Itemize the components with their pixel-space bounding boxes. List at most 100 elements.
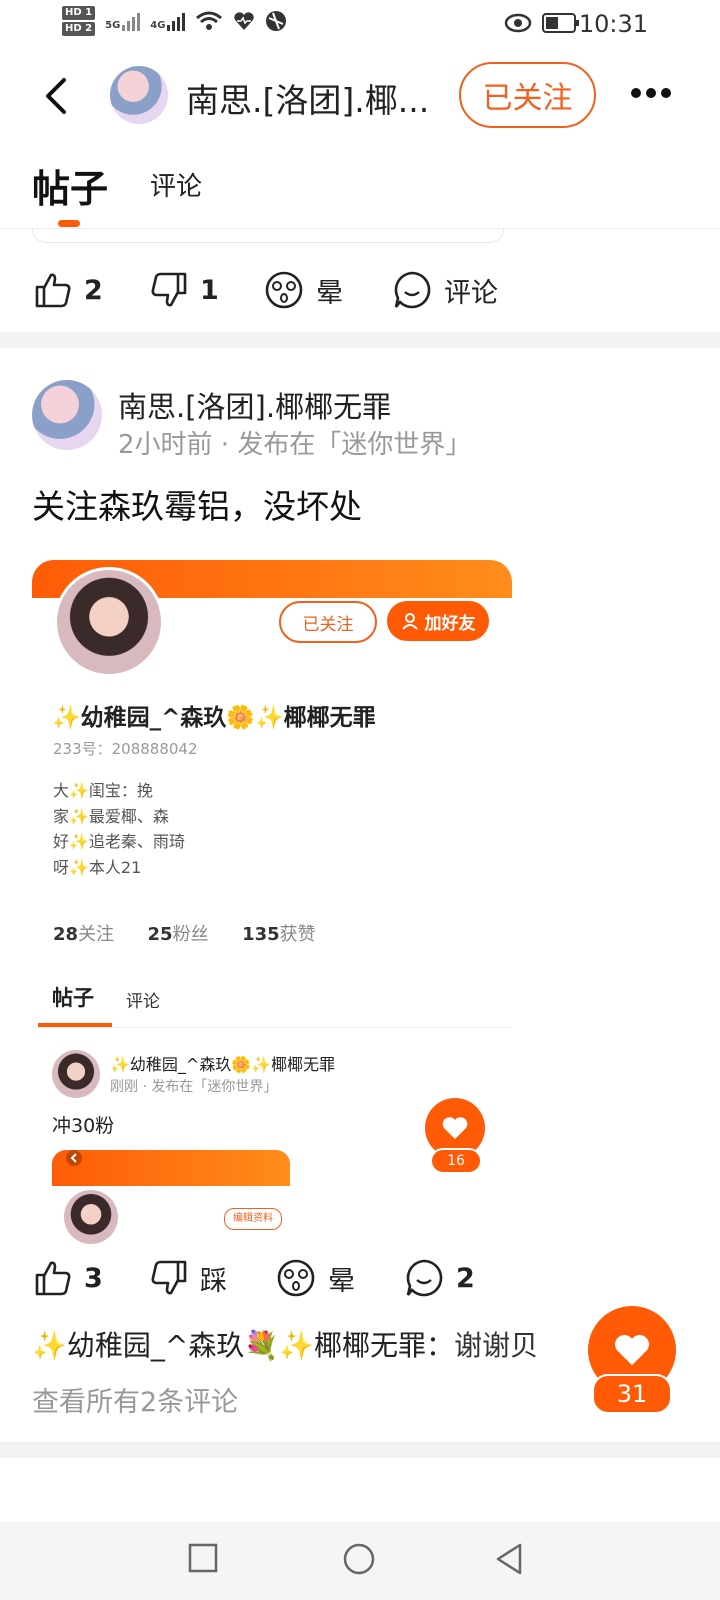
thumb-down-icon (151, 272, 187, 307)
prev-card-edge (32, 228, 504, 243)
card-username: ✨幼稚园_^森玖🌼✨椰椰无罪 (52, 705, 376, 731)
health-heart-icon (234, 12, 255, 31)
card-avatar-frame (54, 567, 164, 677)
card-stats: 28关注 25粉丝 135获赞 (53, 920, 316, 946)
prev-comment-button[interactable]: 评论 (392, 270, 498, 310)
heart-icon (442, 1117, 468, 1139)
status-left-icons: HD 1 HD 2 5G 4G (62, 6, 287, 36)
net2-label: 4G (150, 20, 166, 31)
net1-label: 5G (105, 20, 121, 31)
browser-globe-icon (266, 11, 287, 31)
card-tab-comments: 评论 (126, 992, 160, 1012)
inner-like-count: 16 (430, 1148, 482, 1174)
inner-back-icon (66, 1150, 82, 1166)
bio-line: 家✨最爱椰、森 (53, 806, 169, 826)
recents-square-icon[interactable] (188, 1542, 218, 1574)
comment-text: 谢谢贝 (454, 1329, 539, 1362)
home-circle-icon[interactable] (342, 1542, 376, 1576)
comment-bubble-icon (406, 1259, 443, 1297)
inner-post-author: ✨幼稚园_^森玖🌼✨椰椰无罪 (110, 1055, 336, 1074)
comment-bubble-icon (394, 271, 431, 309)
prev-dizzy-button[interactable]: 晕 (264, 270, 343, 310)
tab-comments[interactable]: 评论 (150, 166, 202, 203)
comment-button[interactable]: 2 (404, 1258, 475, 1298)
card-tab-divider (32, 1027, 512, 1028)
like-count: 3 (84, 1262, 103, 1294)
dizzy-button[interactable]: 晕 (276, 1258, 355, 1298)
clock: 10:31 (578, 10, 648, 38)
post-author-name[interactable]: 南思.[洛团].椰椰无罪 (118, 384, 391, 426)
hd1-label: HD 1 (62, 6, 96, 20)
more-options-icon[interactable] (630, 86, 672, 100)
dizzy-face-icon (265, 271, 303, 309)
card-add-friend-button: 加好友 (387, 601, 489, 641)
inner-post-image: 编辑资料 (52, 1150, 290, 1250)
section-divider (0, 332, 720, 348)
status-bar: HD 1 HD 2 5G 4G 10:31 (0, 0, 720, 48)
likes-label: 获赞 (279, 924, 316, 945)
inner-edit-profile: 编辑资料 (224, 1208, 282, 1230)
dislike-button[interactable]: 踩 (150, 1259, 227, 1298)
thumb-up-icon (35, 273, 71, 308)
card-id: 233号：208888042 (53, 740, 198, 758)
prev-like-count: 2 (84, 274, 103, 306)
tab-active-indicator (58, 220, 80, 227)
following-label: 关注 (78, 924, 115, 945)
like-button[interactable]: 3 (34, 1259, 103, 1297)
post-actions: 3 踩 晕 2 (0, 1256, 720, 1300)
inner-image-avatar (64, 1190, 118, 1244)
comment-count: 2 (456, 1262, 475, 1294)
bio-line: 呀✨本人21 (53, 857, 142, 877)
post-author-avatar[interactable] (32, 380, 102, 450)
bio-line: 大✨闺宝：挽 (53, 781, 153, 800)
inner-post-meta: 刚刚 · 发布在「迷你世界」 (110, 1079, 278, 1095)
back-arrow-icon[interactable] (40, 76, 70, 116)
dizzy-label: 晕 (328, 1265, 355, 1297)
system-nav-bar (0, 1522, 720, 1600)
battery-icon (542, 13, 579, 33)
prev-dislike-count: 1 (200, 274, 219, 306)
following-count: 28 (53, 924, 79, 945)
prev-dizzy-label: 晕 (316, 277, 343, 309)
hd2-label: HD 2 (62, 22, 96, 36)
prev-like-button[interactable]: 2 (34, 271, 103, 309)
card-tab-posts: 帖子 (52, 986, 94, 1010)
likes-count: 135 (242, 924, 280, 945)
thumb-down-icon (151, 1260, 187, 1295)
section-divider-bottom (0, 1442, 720, 1458)
header-avatar[interactable] (110, 66, 168, 124)
post-image-card[interactable]: 已关注 加好友 ✨幼稚园_^森玖🌼✨椰椰无罪 233号：208888042 大✨… (32, 560, 512, 1250)
signal-4g-icon: 4G (150, 11, 186, 31)
fans-label: 粉丝 (172, 924, 209, 945)
card-add-friend-label: 加好友 (424, 613, 476, 634)
view-all-comments-link[interactable]: 查看所有2条评论 (32, 1380, 238, 1419)
card-followed-button: 已关注 (279, 601, 377, 643)
floating-like-count: 31 (592, 1374, 672, 1414)
heart-icon (614, 1335, 650, 1366)
eye-icon (504, 13, 532, 33)
header-title: 南思.[洛团].椰... (186, 81, 430, 120)
tab-posts[interactable]: 帖子 (32, 158, 108, 213)
comment-author: ✨幼稚园_^森玖💐✨椰椰无罪： (32, 1329, 455, 1362)
dizzy-face-icon (277, 1259, 315, 1297)
user-add-icon (401, 613, 418, 630)
prev-comment-label: 评论 (444, 277, 498, 309)
thumb-up-icon (35, 1261, 71, 1296)
comment-preview[interactable]: ✨幼稚园_^森玖💐✨椰椰无罪：谢谢贝 (32, 1324, 592, 1364)
prev-dislike-button[interactable]: 1 (150, 271, 219, 309)
prev-post-actions: 2 1 晕 评论 (0, 268, 720, 312)
wifi-icon (196, 11, 223, 30)
hd-indicator: HD 1 HD 2 (62, 6, 96, 36)
signal-5g-icon: 5G (105, 11, 141, 31)
fans-count: 25 (147, 924, 173, 945)
follow-button[interactable]: 已关注 (459, 62, 596, 128)
back-triangle-icon[interactable] (494, 1542, 526, 1576)
dislike-label: 踩 (200, 1265, 227, 1297)
post-text: 关注森玖霉铝，没坏处 (32, 487, 362, 526)
inner-post-avatar (52, 1050, 100, 1098)
inner-post-text: 冲30粉 (52, 1115, 115, 1137)
post-meta: 2小时前 · 发布在「迷你世界」 (118, 430, 472, 460)
card-avatar (57, 570, 161, 674)
card-bio: 大✨闺宝：挽 家✨最爱椰、森 好✨追老秦、雨琦 呀✨本人21 (53, 778, 185, 880)
bio-line: 好✨追老秦、雨琦 (53, 832, 185, 851)
